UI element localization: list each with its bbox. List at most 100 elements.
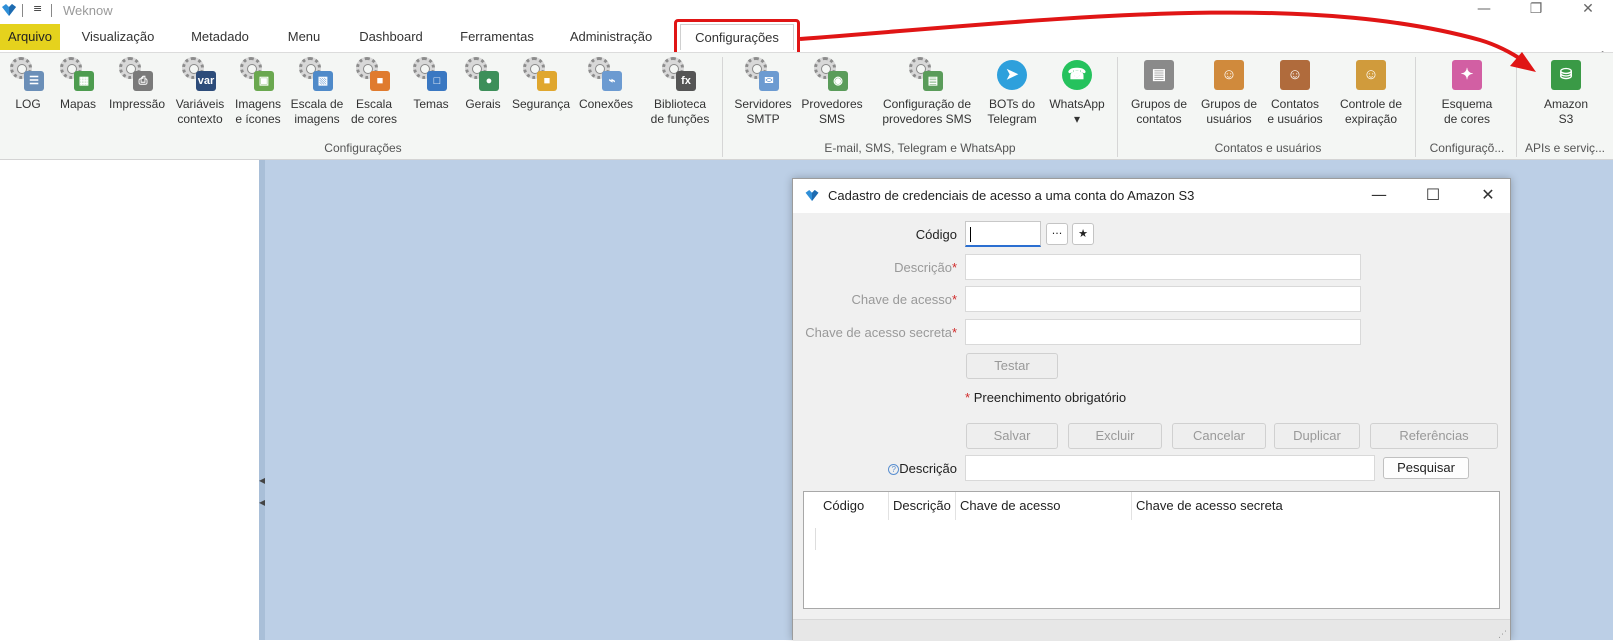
ribbon-button-color-scheme[interactable]: ✦ Esquema de cores <box>1420 57 1514 139</box>
ribbon-button-smtp[interactable]: ✉ Servidores SMTP <box>730 57 796 139</box>
chave-secreta-input[interactable] <box>965 319 1361 345</box>
ribbon-button-connections[interactable]: ⌁ Conexões <box>578 57 634 139</box>
amazon-s3-credentials-dialog: Cadastro de credenciais de acesso a uma … <box>792 178 1511 641</box>
testar-button[interactable]: Testar <box>966 353 1058 379</box>
ribbon-button-variables[interactable]: var Variáveis contexto <box>170 57 230 139</box>
dialog-maximize-button[interactable]: ☐ <box>1413 183 1453 209</box>
ribbon-button-label: Gerais <box>465 97 501 111</box>
whatsapp-glyph: ☎ <box>1062 60 1092 90</box>
sms-config-icon: ▤ <box>909 57 945 93</box>
salvar-button[interactable]: Salvar <box>966 423 1058 449</box>
new-record-button[interactable]: ★ <box>1072 223 1094 245</box>
text-caret <box>970 227 971 242</box>
ribbon-group-label: Configurações <box>324 141 402 155</box>
grid-header-chave-acesso[interactable]: Chave de acesso <box>956 492 1132 520</box>
contact-groups-icon: ▤ <box>1141 57 1177 93</box>
ribbon-button-label: Biblioteca de funções <box>650 97 710 126</box>
ribbon-button-images[interactable]: ▣ Imagens e ícones <box>230 57 286 139</box>
ribbon-button-themes[interactable]: □ Temas <box>405 57 457 139</box>
ribbon-button-label: LOG <box>15 97 41 111</box>
resize-grip-icon[interactable]: ⋰ <box>1498 630 1507 640</box>
tab-ferramentas[interactable]: Ferramentas <box>450 24 544 50</box>
sms-config-glyph: ▤ <box>923 71 943 91</box>
ribbon-button-label: Servidores SMTP <box>734 97 792 126</box>
lookup-button[interactable]: ··· <box>1046 223 1068 245</box>
ribbon-button-sms-config[interactable]: ▤ Configuração de provedores SMS <box>872 57 982 139</box>
tab-dashboard[interactable]: Dashboard <box>346 24 436 50</box>
ribbon-button-contact-groups[interactable]: ▤ Grupos de contatos <box>1126 57 1192 139</box>
grid-row-indicator <box>815 528 816 550</box>
log-icon: ☰ <box>10 57 46 93</box>
ribbon-group-label: E-mail, SMS, Telegram e WhatsApp <box>824 141 1016 155</box>
window-close-button[interactable]: ✕ <box>1565 0 1611 22</box>
quick-access-menu-icon[interactable]: ≡ <box>33 2 42 15</box>
left-panel <box>0 160 259 640</box>
ribbon-button-telegram[interactable]: ➤ BOTs do Telegram <box>983 57 1041 139</box>
sms-provider-icon: ◉ <box>814 57 850 93</box>
ribbon-button-maps[interactable]: ▦ Mapas <box>52 57 104 139</box>
quick-access-separator <box>51 4 52 17</box>
tab-arquivo[interactable]: Arquivo <box>0 24 60 50</box>
excluir-button[interactable]: Excluir <box>1068 423 1162 449</box>
results-grid[interactable]: Código Descrição Chave de acesso Chave d… <box>803 491 1500 609</box>
ribbon-tabs: Arquivo Visualização Metadado Menu Dashb… <box>0 22 1613 62</box>
ribbon-button-amazon-s3[interactable]: ⛁ Amazon S3 <box>1522 57 1610 139</box>
chave-secreta-label: Chave de acesso secreta* <box>805 325 957 340</box>
ribbon-button-label: Conexões <box>578 97 634 111</box>
tab-menu[interactable]: Menu <box>275 24 333 50</box>
ribbon-button-general[interactable]: ● Gerais <box>460 57 506 139</box>
ribbon-group-label: APIs e serviç... <box>1524 141 1606 155</box>
window-minimize-button[interactable]: — <box>1461 0 1507 22</box>
sms-provider-glyph: ◉ <box>828 71 848 91</box>
ribbon-button-user-groups[interactable]: ☺ Grupos de usuários <box>1196 57 1262 139</box>
grid-header-descricao[interactable]: Descrição <box>889 492 956 520</box>
maps-icon: ▦ <box>60 57 96 93</box>
telegram-icon: ➤ <box>994 57 1030 93</box>
log-glyph: ☰ <box>24 71 44 91</box>
descricao-input[interactable] <box>965 254 1361 280</box>
descricao-label: Descrição* <box>894 260 957 275</box>
ribbon-button-security-lock[interactable]: ■ Segurança <box>508 57 574 139</box>
ribbon-button-image-scale[interactable]: ▧ Escala de imagens <box>288 57 346 139</box>
grid-header-codigo[interactable]: Código <box>819 492 889 520</box>
ribbon-button-label: Configuração de provedores SMS <box>882 97 972 126</box>
cancelar-button[interactable]: Cancelar <box>1172 423 1266 449</box>
ribbon-button-log[interactable]: ☰ LOG <box>8 57 48 139</box>
search-input[interactable] <box>965 455 1375 481</box>
duplicar-button[interactable]: Duplicar <box>1274 423 1360 449</box>
referencias-button[interactable]: Referências <box>1370 423 1498 449</box>
dialog-minimize-button[interactable]: — <box>1359 183 1399 209</box>
image-scale-glyph: ▧ <box>313 71 333 91</box>
tab-visualizacao[interactable]: Visualização <box>70 24 166 50</box>
ribbon-button-label: Controle de expiração <box>1339 97 1403 126</box>
user-groups-icon: ☺ <box>1211 57 1247 93</box>
chave-acesso-input[interactable] <box>965 286 1361 312</box>
codigo-input[interactable] <box>965 221 1041 247</box>
ribbon-button-sms-provider[interactable]: ◉ Provedores SMS <box>799 57 865 139</box>
ribbon-group-separator <box>1516 57 1517 157</box>
ribbon-button-label: Amazon S3 <box>1543 97 1589 126</box>
tab-metadado[interactable]: Metadado <box>178 24 262 50</box>
images-glyph: ▣ <box>254 71 274 91</box>
ribbon-button-whatsapp[interactable]: ☎ WhatsApp ▾ <box>1045 57 1109 139</box>
color-scale-icon: ■ <box>356 57 392 93</box>
images-icon: ▣ <box>240 57 276 93</box>
ribbon-button-expiration-control[interactable]: ☺ Controle de expiração <box>1333 57 1409 139</box>
ribbon-button-function-library[interactable]: fx Biblioteca de funções <box>645 57 715 139</box>
printer-icon: ⎙ <box>119 57 155 93</box>
tab-administracao[interactable]: Administração <box>558 24 664 50</box>
ribbon-button-printer[interactable]: ⎙ Impressão <box>105 57 169 139</box>
color-scheme-icon: ✦ <box>1449 57 1485 93</box>
variables-icon: var <box>182 57 218 93</box>
grid-header-chave-secreta[interactable]: Chave de acesso secreta <box>1132 492 1499 520</box>
dialog-close-button[interactable]: ✕ <box>1468 183 1508 209</box>
window-restore-button[interactable]: ❐ <box>1513 0 1559 22</box>
image-scale-icon: ▧ <box>299 57 335 93</box>
ribbon-button-color-scale[interactable]: ■ Escala de cores <box>350 57 398 139</box>
pesquisar-button[interactable]: Pesquisar <box>1383 457 1469 479</box>
general-glyph: ● <box>479 71 499 91</box>
ribbon-group-separator <box>722 57 723 157</box>
help-icon[interactable]: ? <box>888 464 900 475</box>
contact-groups-glyph: ▤ <box>1144 60 1174 90</box>
ribbon-button-contacts-users[interactable]: ☺ Contatos e usuários <box>1266 57 1324 139</box>
